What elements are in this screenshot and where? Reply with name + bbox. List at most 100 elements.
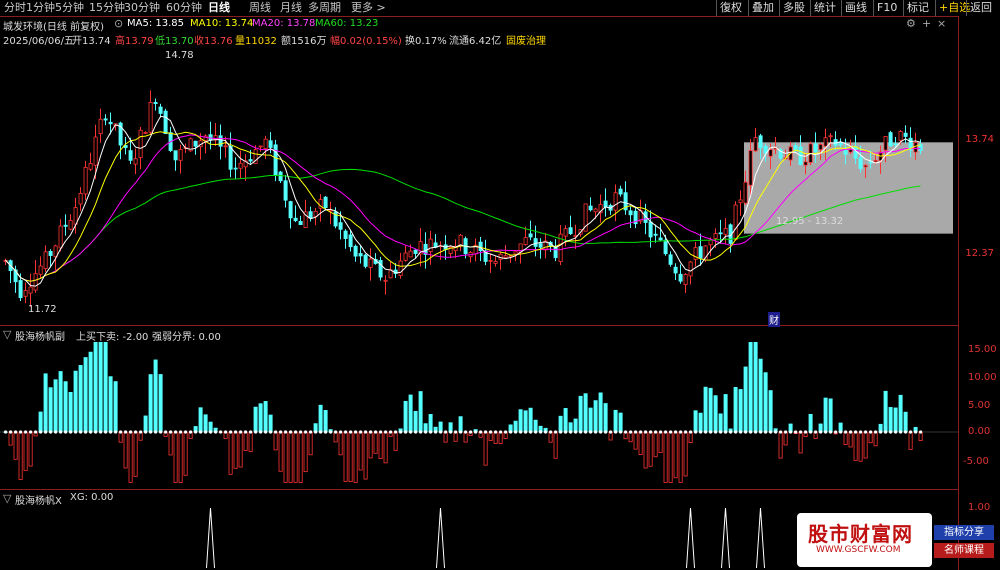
ma10-label: MA10: 13.74: [190, 18, 254, 29]
candle-body: [838, 142, 843, 146]
candle-body: [218, 135, 223, 147]
toolbar-button-3[interactable]: 统计: [810, 0, 839, 16]
watermark-url: WWW.GSCFW.COM: [816, 545, 901, 555]
toolbar-button-5[interactable]: F10: [873, 0, 900, 16]
histogram-bar: [588, 407, 593, 433]
candle-body: [513, 251, 518, 255]
histogram-bar: [83, 357, 88, 433]
zero-dot: [264, 430, 268, 434]
toolbar-button-8[interactable]: 返回: [966, 0, 995, 16]
zero-dot: [539, 430, 543, 434]
candlestick-chart[interactable]: [0, 47, 958, 325]
zero-dot: [419, 430, 423, 434]
histogram-bar: [168, 431, 173, 456]
candle-body: [18, 280, 23, 299]
histogram-bar: [308, 431, 313, 456]
period-tab-5[interactable]: 60分钟: [166, 0, 202, 16]
zero-dot: [534, 430, 538, 434]
zero-dot: [124, 430, 128, 434]
period-tab-6[interactable]: 日线: [208, 0, 230, 16]
histogram-bar: [23, 431, 28, 471]
histogram-bar: [698, 412, 703, 433]
candle-body: [308, 211, 313, 219]
candle-body: [758, 135, 763, 148]
candle-body: [48, 251, 53, 256]
candle-body: [363, 254, 368, 267]
histogram-bar: [648, 431, 653, 467]
period-tab-9[interactable]: 多周期: [308, 0, 341, 16]
period-tab-7[interactable]: 周线: [249, 0, 271, 16]
zero-dot: [414, 430, 418, 434]
candle-body: [553, 246, 558, 259]
period-tab-10[interactable]: 更多 >: [351, 0, 386, 16]
histogram-bar: [768, 390, 773, 433]
signal-spike: [686, 507, 695, 569]
toolbar-button-1[interactable]: 叠加: [748, 0, 777, 16]
concept-tag[interactable]: 固废治理: [506, 32, 546, 47]
candle-body: [298, 221, 303, 225]
zero-dot: [764, 430, 768, 434]
candle-body: [873, 160, 878, 163]
quote-date: 2025/06/06/五: [3, 36, 75, 47]
histogram-bar: [128, 431, 133, 483]
zero-dot: [174, 430, 178, 434]
zero-dot: [584, 430, 588, 434]
candle-body: [98, 118, 103, 135]
toolbar-button-0[interactable]: 復权: [716, 0, 745, 16]
candle-body: [63, 224, 68, 227]
candle-body: [818, 144, 823, 151]
candle-body: [748, 150, 753, 186]
zero-dot: [79, 430, 83, 434]
price-tick-upper: 13.74: [965, 134, 994, 145]
histogram-bar: [853, 431, 858, 461]
candle-body: [258, 145, 263, 148]
toolbar-button-6[interactable]: 标记: [903, 0, 932, 16]
histogram-bar: [513, 420, 518, 433]
period-tab-3[interactable]: 15分钟: [89, 0, 125, 16]
candle-body: [903, 132, 908, 137]
finance-marker[interactable]: 财: [768, 312, 780, 327]
histogram-bar: [323, 410, 328, 433]
zero-dot: [669, 430, 673, 434]
toolbar-button-4[interactable]: 画线: [841, 0, 870, 16]
toolbar-button-2[interactable]: 多股: [779, 0, 808, 16]
zero-dot: [249, 430, 253, 434]
period-tab-8[interactable]: 月线: [280, 0, 302, 16]
high-price-marker: 14.78: [165, 50, 194, 61]
candle-body: [868, 161, 873, 164]
close-icon[interactable]: ×: [937, 17, 946, 30]
candle-body: [358, 253, 363, 257]
histogram-bar: [863, 431, 868, 459]
histogram-bar: [618, 412, 623, 433]
zero-dot: [179, 430, 183, 434]
zero-dot: [694, 430, 698, 434]
period-tab-4[interactable]: 30分钟: [124, 0, 160, 16]
zero-dot: [524, 430, 528, 434]
candle-body: [588, 205, 593, 211]
quote-high: 高13.79: [115, 36, 154, 47]
zero-dot: [769, 430, 773, 434]
candle-body: [248, 159, 253, 162]
zero-dot: [649, 430, 653, 434]
candle-body: [768, 149, 773, 157]
period-tab-0[interactable]: 分时: [4, 0, 26, 16]
zero-dot: [889, 430, 893, 434]
ma-settings-icon[interactable]: ⊙: [114, 17, 123, 30]
period-tab-1[interactable]: 1分钟: [26, 0, 55, 16]
indicator1-chart[interactable]: [0, 326, 958, 489]
add-icon[interactable]: +: [922, 17, 931, 30]
candle-body: [533, 238, 538, 247]
histogram-bar: [113, 381, 118, 433]
zero-dot: [129, 430, 133, 434]
period-tab-2[interactable]: 5分钟: [55, 0, 84, 16]
histogram-bar: [638, 431, 643, 455]
histogram-bar: [233, 431, 238, 469]
zero-dot: [229, 430, 233, 434]
zero-dot: [809, 430, 813, 434]
settings-gear-icon[interactable]: ⚙: [906, 17, 916, 30]
zero-dot: [849, 430, 853, 434]
candle-body: [383, 279, 388, 282]
zero-dot: [354, 430, 358, 434]
zero-dot: [434, 430, 438, 434]
candle-body: [738, 199, 743, 204]
